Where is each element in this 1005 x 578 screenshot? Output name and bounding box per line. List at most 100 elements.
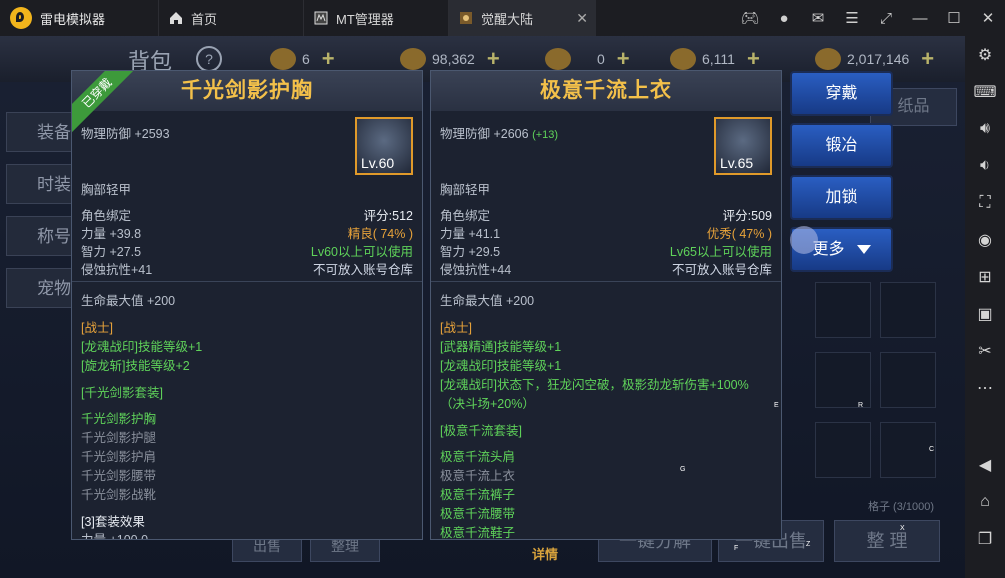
arrange-button[interactable]: 整 理 [834,520,940,562]
compared-item-panel: 极意千流上衣 物理防御 +2606 (+13) Lv.65 胸部轻甲 角色绑定 … [430,70,782,540]
set-item: 极意千流裤子 [440,488,516,502]
menu-icon[interactable]: ☰ [835,9,869,27]
maximize-icon[interactable]: ☐ [937,9,971,27]
item-icon[interactable]: Lv.65 [714,117,772,175]
currency-2-value: 98,362 [432,51,475,67]
class-tag: [战士] [440,321,472,335]
minimize-icon[interactable]: — [903,10,937,27]
bind-type: 角色绑定 [81,209,132,223]
mt-manager-icon [314,11,328,25]
apk-icon[interactable]: ▣ [965,295,1005,332]
volume-up-icon[interactable]: 🔊︎ [965,110,1005,147]
recent-apps-icon[interactable]: ❐ [965,520,1005,557]
currency-1: 6 + [270,46,335,72]
add-currency-button[interactable]: + [921,46,934,72]
home-nav-icon[interactable]: ⌂ [965,483,1005,520]
tab-game[interactable]: 觉醒大陆 ✕ [448,0,596,36]
settings-icon[interactable]: ⚙ [965,36,1005,73]
set-item: 千光剑影护胸 [81,412,157,426]
bag-slot[interactable] [815,422,871,478]
level-requirement: Lv60以上可以使用 [310,245,413,259]
mail-icon[interactable]: ✉ [801,9,835,27]
bag-slot[interactable] [815,352,871,408]
currency-5-value: 2,017,146 [847,51,910,67]
level-requirement: Lv65以上可以使用 [669,245,772,259]
side-tab-fashion[interactable]: 时装 [6,164,74,204]
set-effect-title: [3]套装效果 [81,515,145,529]
help-icon[interactable]: ? [196,46,222,72]
currency-3-value: 0 [597,51,605,67]
equip-button[interactable]: 穿戴 [790,71,893,116]
screenshot-icon[interactable]: ⛶ [965,184,1005,221]
bag-slot[interactable] [815,282,871,338]
stat-resist: 侵蚀抗性+44 [440,263,512,277]
currency-1-value: 6 [302,51,310,67]
floating-assistant-icon[interactable] [790,226,818,254]
keyboard-icon[interactable]: ⌨ [965,73,1005,110]
fullscreen-icon[interactable]: ⤢ [869,10,903,27]
record-icon[interactable]: ◉ [965,221,1005,258]
window-controls: 🎮︎ ● ✉ ☰ ⤢ — ☐ ✕ [733,0,1005,36]
stat-resist: 侵蚀抗性+41 [81,263,153,277]
currency-4: 6,111 + [670,46,760,72]
item-quality: 优秀( 47% ) [706,227,772,241]
gamepad-icon[interactable]: 🎮︎ [733,9,767,27]
side-tab-title[interactable]: 称号 [6,216,74,256]
bag-grid [790,282,965,532]
add-currency-button[interactable]: + [322,46,335,72]
detail-label[interactable]: 详情 [532,544,558,563]
divider [72,281,422,282]
main-stat: 物理防御 +2593 [81,127,170,141]
close-tab-icon[interactable]: ✕ [576,10,588,27]
stat-str: 力量 +41.1 [440,227,501,241]
main-stat-value: 物理防御 +2606 [440,127,529,141]
stray-letter: C [929,446,935,453]
game-icon [460,12,472,24]
more-icon[interactable]: ⋯ [965,369,1005,406]
bag-slot[interactable] [880,352,936,408]
coin-icon [670,48,696,70]
set-item: 极意千流鞋子 [440,526,516,540]
tab-mt-manager-label: MT管理器 [336,11,394,27]
class-tag: [战士] [81,321,113,335]
storage-note: 不可放入账号仓库 [671,263,772,277]
tab-home[interactable]: 首页 [158,0,303,36]
set-item: 千光剑影护肩 [81,450,157,464]
game-screen: 背包 ? 6 + 98,362 + 0 + 6,111 + 2,017,146 + 装备 … [0,36,965,578]
add-icon[interactable]: ⊞ [965,258,1005,295]
stat-int: 智力 +29.5 [440,245,501,259]
lock-button[interactable]: 加锁 [790,175,893,220]
add-currency-button[interactable]: + [487,46,500,72]
scissors-icon[interactable]: ✂ [965,332,1005,369]
divider [431,281,781,282]
side-tab-equipment[interactable]: 装备 [6,112,74,152]
set-title: [千光剑影套装] [81,386,163,400]
bag-slot[interactable] [880,422,936,478]
item-icon[interactable]: Lv.60 [355,117,413,175]
equipped-item-panel: 千光剑影护胸 已穿戴 物理防御 +2593 Lv.60 胸部轻甲 角色绑定 评分… [71,70,423,540]
item-name: 极意千流上衣 [431,71,781,111]
add-currency-button[interactable]: + [747,46,760,72]
volume-down-icon[interactable]: 🔉︎ [965,147,1005,184]
back-icon[interactable]: ◀ [965,446,1005,483]
stat-hp: 生命最大值 +200 [81,294,176,308]
set-item: 极意千流腰带 [440,507,516,521]
stray-letter: E [774,402,779,409]
side-tab-pet[interactable]: 宠物 [6,268,74,308]
tab-home-label: 首页 [191,11,218,27]
tab-mt-manager[interactable]: MT管理器 [303,0,448,36]
bag-slot[interactable] [880,282,936,338]
skill-bonus: [龙魂战印]状态下，狂龙闪空破，极影劲龙斩伤害+100% [440,378,749,392]
app-logo-icon [10,7,32,29]
close-window-icon[interactable]: ✕ [971,9,1005,27]
account-icon[interactable]: ● [767,10,801,27]
home-icon [170,12,182,24]
coin-icon [545,48,571,70]
coin-icon [400,48,426,70]
item-level: Lv.60 [361,155,395,171]
set-title: [极意千流套装] [440,424,522,438]
add-currency-button[interactable]: + [617,46,630,72]
storage-note: 不可放入账号仓库 [312,263,413,277]
forge-button[interactable]: 锻冶 [790,123,893,168]
item-quality: 精良( 74% ) [347,227,413,241]
